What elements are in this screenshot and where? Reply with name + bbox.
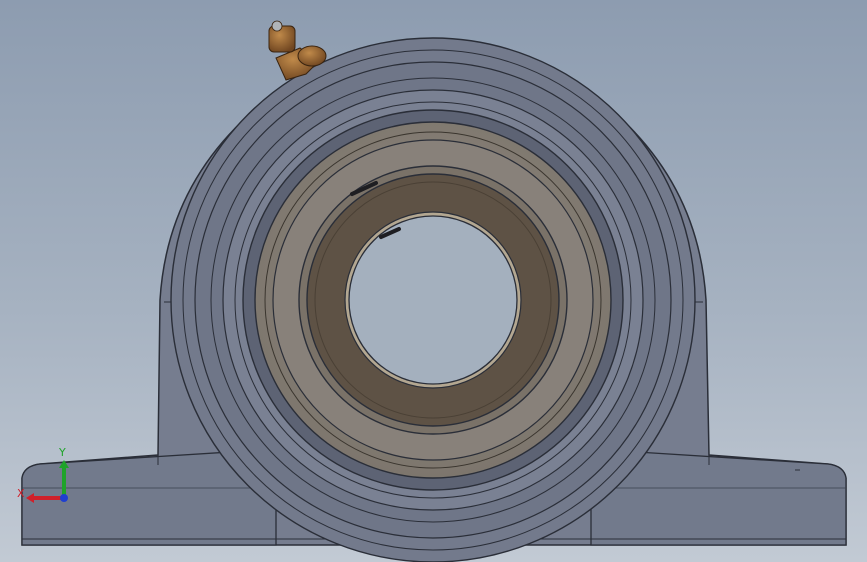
graphics-viewport[interactable]: Y X bbox=[0, 0, 867, 562]
triad-y-label: Y bbox=[58, 446, 66, 459]
triad-x-label: X bbox=[17, 487, 25, 500]
triad-z-axis bbox=[60, 494, 68, 502]
shaft-bore bbox=[348, 215, 518, 385]
model-view[interactable]: Y X bbox=[0, 0, 867, 562]
